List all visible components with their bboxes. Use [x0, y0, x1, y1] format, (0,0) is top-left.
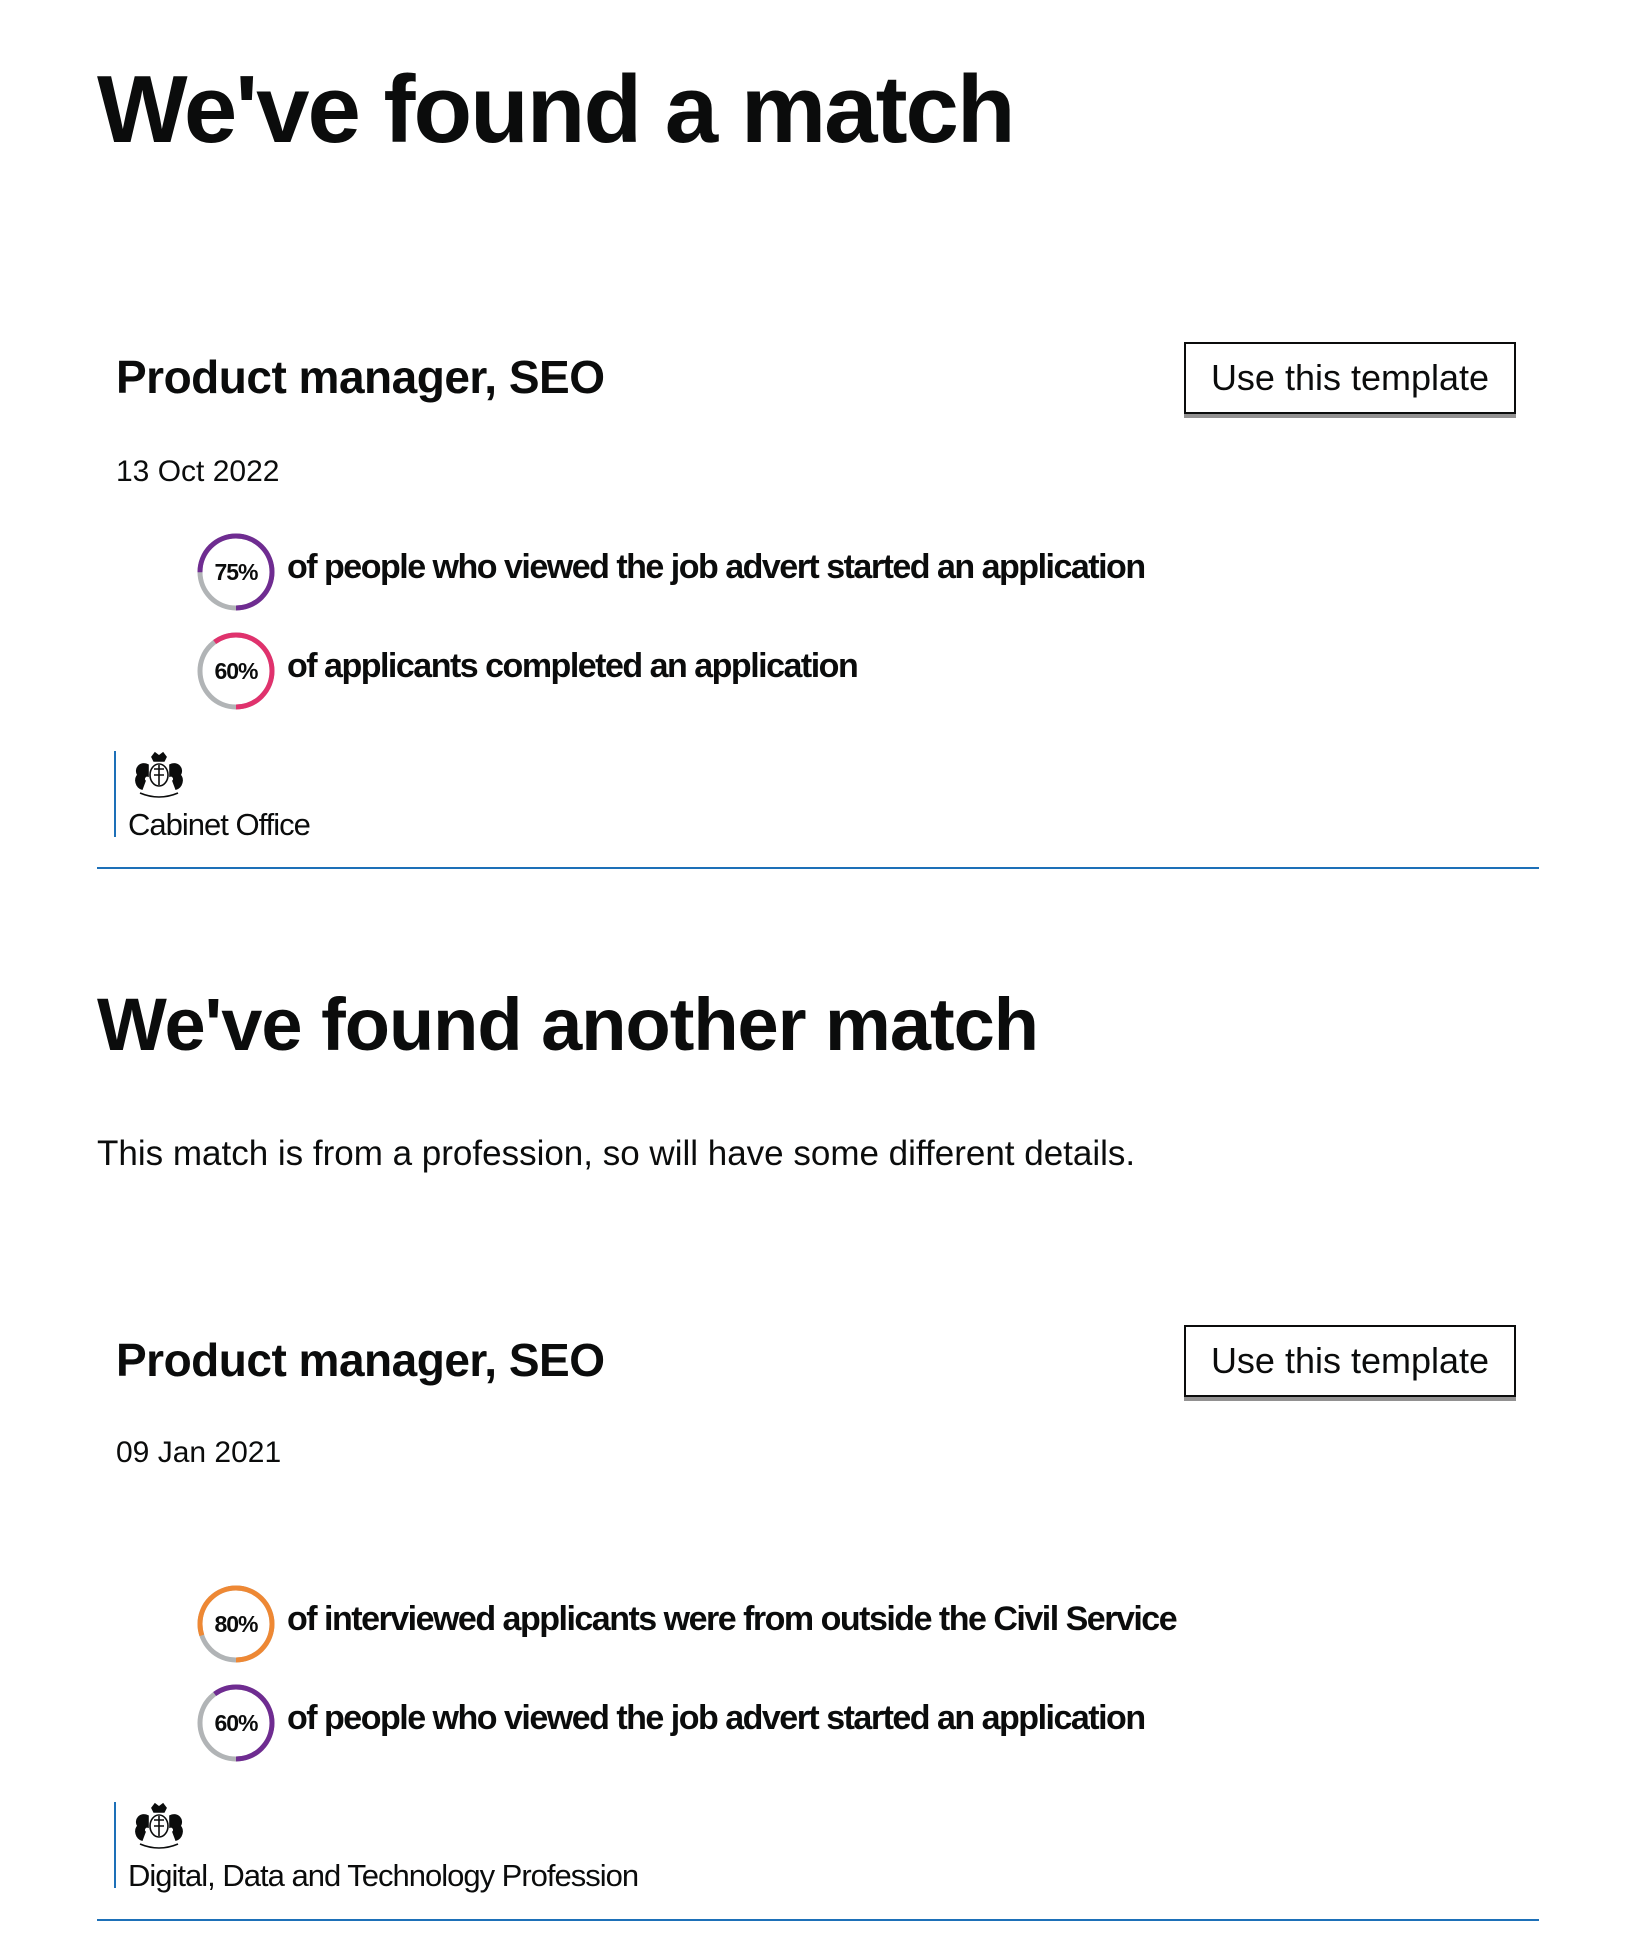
- stat-description: of people who viewed the job advert star…: [287, 1699, 1146, 1737]
- use-this-template-button[interactable]: Use this template: [1184, 342, 1516, 414]
- job-date: 09 Jan 2021: [116, 1436, 282, 1469]
- stat-percentage: 60%: [214, 657, 258, 684]
- match-card: Product manager, SEO Use this template 0…: [97, 1313, 1539, 1921]
- stat-percentage: 60%: [214, 1709, 258, 1736]
- royal-crest-icon: [135, 1802, 183, 1849]
- stat-percentage: 75%: [214, 558, 258, 585]
- section-lead-text: This match is from a profession, so will…: [97, 1134, 1136, 1173]
- stat-description: of applicants completed an application: [287, 647, 859, 685]
- job-title: Product manager, SEO: [116, 1334, 605, 1386]
- stat-percentage: 80%: [214, 1610, 258, 1637]
- royal-crest-icon: [135, 751, 183, 798]
- section-divider: [97, 1919, 1539, 1921]
- job-title: Product manager, SEO: [116, 351, 605, 403]
- organisation-logo: Cabinet Office: [114, 751, 311, 842]
- section-heading: We've found another match: [97, 983, 1039, 1066]
- stat-description: of interviewed applicants were from outs…: [287, 1600, 1178, 1638]
- job-date: 13 Oct 2022: [116, 455, 280, 488]
- organisation-name: Digital, Data and Technology Profession: [128, 1858, 639, 1893]
- use-this-template-button[interactable]: Use this template: [1184, 1325, 1516, 1397]
- section-divider: [97, 867, 1539, 869]
- match-card: Product manager, SEO Use this template 1…: [97, 330, 1539, 869]
- stat-description: of people who viewed the job advert star…: [287, 548, 1146, 586]
- page-title: We've found a match: [97, 56, 1016, 163]
- organisation-name: Cabinet Office: [128, 807, 311, 842]
- organisation-logo: Digital, Data and Technology Profession: [114, 1802, 639, 1893]
